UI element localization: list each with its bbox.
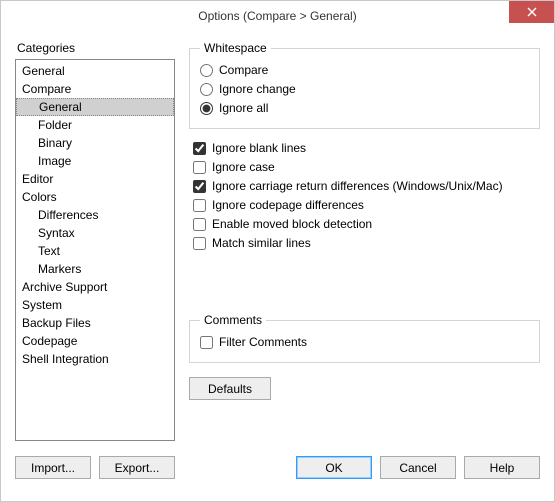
settings-panel: Whitespace Compare Ignore change Ignore al… xyxy=(189,41,540,446)
whitespace-radio[interactable] xyxy=(200,83,213,96)
filter-comments-row: Filter Comments xyxy=(200,333,529,352)
export-button[interactable]: Export... xyxy=(99,456,175,479)
whitespace-radio[interactable] xyxy=(200,64,213,77)
compare-option-checkbox[interactable] xyxy=(193,180,206,193)
window-title: Options (Compare > General) xyxy=(1,9,554,23)
whitespace-legend: Whitespace xyxy=(200,41,271,55)
compare-options: Ignore blank lines Ignore case Ignore carr… xyxy=(189,137,540,253)
whitespace-option-row: Ignore change xyxy=(200,80,529,99)
defaults-button[interactable]: Defaults xyxy=(189,377,271,400)
compare-option-label[interactable]: Enable moved block detection xyxy=(212,216,372,233)
compare-option-label[interactable]: Match similar lines xyxy=(212,235,311,252)
whitespace-option-row: Ignore all xyxy=(200,99,529,118)
whitespace-option-label[interactable]: Ignore all xyxy=(219,100,268,117)
close-button[interactable] xyxy=(509,1,554,23)
ok-button[interactable]: OK xyxy=(296,456,372,479)
compare-option-row: Ignore case xyxy=(193,158,540,177)
whitespace-group: Whitespace Compare Ignore change Ignore al… xyxy=(189,41,540,129)
category-item[interactable]: General xyxy=(16,98,174,116)
category-item[interactable]: Syntax xyxy=(16,224,174,242)
dialog-content: Categories GeneralCompareGeneralFolderBi… xyxy=(1,31,554,446)
comments-group: Comments Filter Comments xyxy=(189,313,540,363)
compare-option-checkbox[interactable] xyxy=(193,142,206,155)
whitespace-option-row: Compare xyxy=(200,61,529,80)
category-item[interactable]: Backup Files xyxy=(16,314,174,332)
filter-comments-label[interactable]: Filter Comments xyxy=(219,334,307,351)
compare-option-row: Ignore carriage return differences (Wind… xyxy=(193,177,540,196)
category-item[interactable]: Compare xyxy=(16,80,174,98)
category-item[interactable]: Colors xyxy=(16,188,174,206)
import-button[interactable]: Import... xyxy=(15,456,91,479)
category-item[interactable]: Image xyxy=(16,152,174,170)
title-bar: Options (Compare > General) xyxy=(1,1,554,31)
button-bar: Import... Export... OK Cancel Help xyxy=(1,446,554,493)
categories-panel: Categories GeneralCompareGeneralFolderBi… xyxy=(15,41,175,446)
compare-option-checkbox[interactable] xyxy=(193,199,206,212)
compare-option-label[interactable]: Ignore codepage differences xyxy=(212,197,364,214)
compare-option-label[interactable]: Ignore case xyxy=(212,159,275,176)
compare-option-row: Ignore codepage differences xyxy=(193,196,540,215)
category-item[interactable]: Folder xyxy=(16,116,174,134)
category-item[interactable]: Binary xyxy=(16,134,174,152)
comments-legend: Comments xyxy=(200,313,266,327)
filter-comments-checkbox[interactable] xyxy=(200,336,213,349)
compare-option-checkbox[interactable] xyxy=(193,161,206,174)
compare-option-checkbox[interactable] xyxy=(193,237,206,250)
help-button[interactable]: Help xyxy=(464,456,540,479)
category-item[interactable]: Differences xyxy=(16,206,174,224)
compare-option-label[interactable]: Ignore blank lines xyxy=(212,140,306,157)
compare-option-checkbox[interactable] xyxy=(193,218,206,231)
whitespace-radio[interactable] xyxy=(200,102,213,115)
category-item[interactable]: Editor xyxy=(16,170,174,188)
category-item[interactable]: System xyxy=(16,296,174,314)
category-item[interactable]: Codepage xyxy=(16,332,174,350)
compare-option-label[interactable]: Ignore carriage return differences (Wind… xyxy=(212,178,503,195)
compare-option-row: Enable moved block detection xyxy=(193,215,540,234)
whitespace-option-label[interactable]: Compare xyxy=(219,62,268,79)
whitespace-option-label[interactable]: Ignore change xyxy=(219,81,296,98)
category-item[interactable]: General xyxy=(16,62,174,80)
category-item[interactable]: Shell Integration xyxy=(16,350,174,368)
close-icon xyxy=(527,7,537,17)
category-item[interactable]: Markers xyxy=(16,260,174,278)
category-item[interactable]: Archive Support xyxy=(16,278,174,296)
categories-label: Categories xyxy=(17,41,175,55)
compare-option-row: Ignore blank lines xyxy=(193,139,540,158)
categories-tree[interactable]: GeneralCompareGeneralFolderBinaryImageEd… xyxy=(15,59,175,441)
cancel-button[interactable]: Cancel xyxy=(380,456,456,479)
category-item[interactable]: Text xyxy=(16,242,174,260)
compare-option-row: Match similar lines xyxy=(193,234,540,253)
